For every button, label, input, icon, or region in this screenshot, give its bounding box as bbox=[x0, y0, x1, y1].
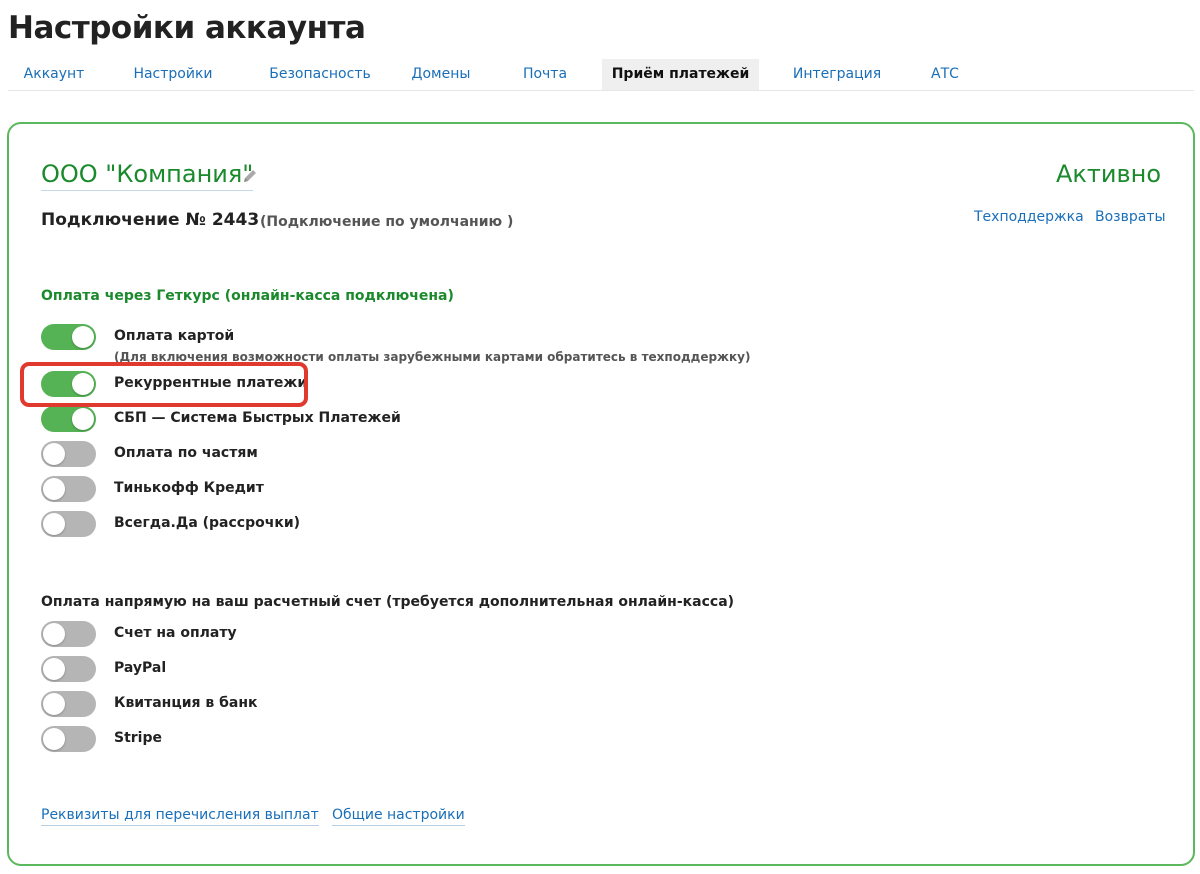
recurring-payments-toggle[interactable] bbox=[41, 371, 96, 397]
support-link[interactable]: Техподдержка bbox=[974, 209, 1084, 225]
connection-subtitle: (Подключение по умолчанию ) bbox=[260, 214, 514, 230]
refunds-link[interactable]: Возвраты bbox=[1095, 209, 1166, 225]
toggle-knob bbox=[43, 513, 65, 535]
card-payment-toggle[interactable] bbox=[41, 324, 96, 350]
sbp-toggle[interactable] bbox=[41, 406, 96, 432]
toggle-knob bbox=[43, 623, 65, 645]
option-label: Рекуррентные платежи bbox=[114, 375, 308, 391]
direct-section-title: Оплата напрямую на ваш расчетный счет (т… bbox=[41, 594, 735, 610]
pencil-icon[interactable] bbox=[242, 168, 258, 184]
tab-account[interactable]: Аккаунт bbox=[8, 59, 100, 90]
toggle-knob bbox=[72, 326, 94, 348]
general-settings-link[interactable]: Общие настройки bbox=[332, 807, 465, 826]
toggle-knob bbox=[43, 443, 65, 465]
toggle-knob bbox=[43, 728, 65, 750]
option-label: Оплата по частям bbox=[114, 445, 258, 461]
option-label: Тинькофф Кредит bbox=[114, 480, 264, 496]
payout-details-link[interactable]: Реквизиты для перечисления выплат bbox=[41, 807, 319, 826]
tab-payments[interactable]: Приём платежей bbox=[602, 59, 759, 90]
tab-bar: Аккаунт Настройки Безопасность Домены По… bbox=[8, 59, 1194, 91]
option-note: (Для включения возможности оплаты зарубе… bbox=[114, 350, 751, 364]
page-title: Настройки аккаунта bbox=[8, 10, 366, 46]
tab-security[interactable]: Безопасность bbox=[254, 59, 386, 90]
stripe-toggle[interactable] bbox=[41, 726, 96, 752]
company-name[interactable]: ООО "Компания" bbox=[41, 160, 254, 191]
toggle-knob bbox=[43, 478, 65, 500]
tab-integration[interactable]: Интеграция bbox=[786, 59, 888, 90]
tab-domains[interactable]: Домены bbox=[400, 59, 482, 90]
paypal-toggle[interactable] bbox=[41, 656, 96, 682]
getcourse-section-title: Оплата через Геткурс (онлайн-касса подкл… bbox=[41, 288, 454, 304]
toggle-knob bbox=[72, 373, 94, 395]
option-label: PayPal bbox=[114, 660, 167, 676]
tinkoff-credit-toggle[interactable] bbox=[41, 476, 96, 502]
bank-receipt-toggle[interactable] bbox=[41, 691, 96, 717]
status-label: Активно bbox=[1055, 160, 1161, 188]
payment-connection-card: ООО "Компания" Активно Подключение № 244… bbox=[7, 122, 1195, 866]
toggle-knob bbox=[72, 408, 94, 430]
option-label: Всегда.Да (рассрочки) bbox=[114, 515, 301, 531]
option-label: Stripe bbox=[114, 730, 162, 746]
vsegda-da-toggle[interactable] bbox=[41, 511, 96, 537]
option-label: Счет на оплату bbox=[114, 625, 237, 641]
connection-title: Подключение № 2443 bbox=[41, 210, 260, 230]
option-label: Квитанция в банк bbox=[114, 695, 258, 711]
option-label: СБП — Система Быстрых Платежей bbox=[114, 410, 401, 426]
tab-settings[interactable]: Настройки bbox=[118, 59, 228, 90]
option-label: Оплата картой bbox=[114, 328, 235, 344]
invoice-toggle[interactable] bbox=[41, 621, 96, 647]
tab-mail[interactable]: Почта bbox=[514, 59, 576, 90]
tab-pbx[interactable]: АТС bbox=[920, 59, 970, 90]
toggle-knob bbox=[43, 693, 65, 715]
toggle-knob bbox=[43, 658, 65, 680]
installments-toggle[interactable] bbox=[41, 441, 96, 467]
